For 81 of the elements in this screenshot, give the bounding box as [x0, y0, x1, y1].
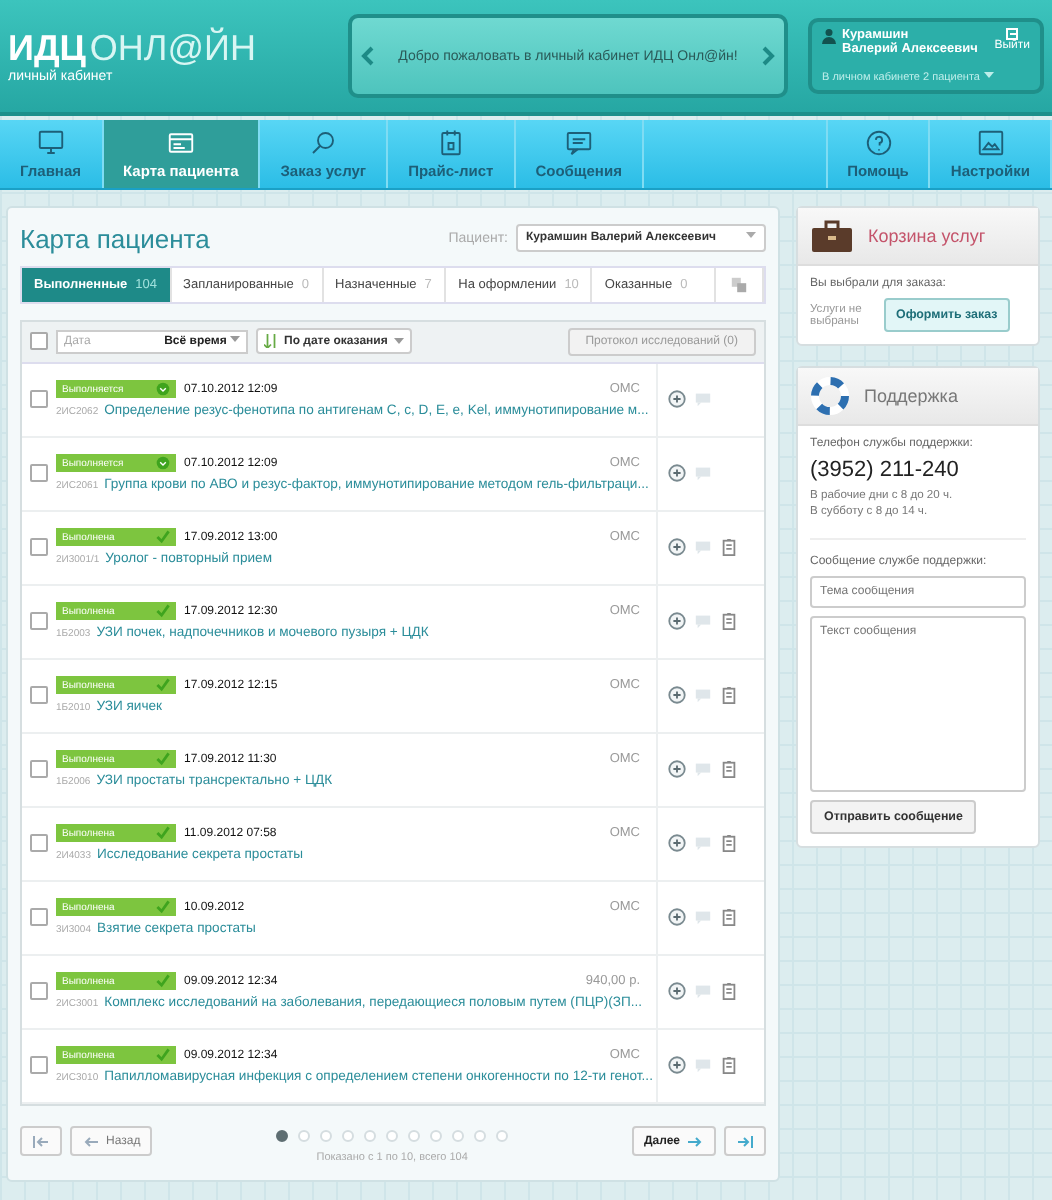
plus-circle-icon[interactable]	[668, 834, 686, 853]
comment-icon[interactable]	[694, 464, 712, 483]
chevron-left-icon[interactable]	[360, 46, 376, 66]
check-icon	[156, 826, 170, 841]
check-icon	[156, 1048, 170, 1063]
row-checkbox[interactable]	[30, 464, 48, 483]
chevron-right-icon[interactable]	[760, 46, 776, 66]
select-all-checkbox[interactable]	[30, 332, 48, 351]
comment-icon[interactable]	[694, 908, 712, 927]
plus-circle-icon[interactable]	[668, 390, 686, 409]
caret-icon	[230, 335, 240, 344]
clipboard-icon[interactable]	[720, 612, 738, 631]
circle-check-icon	[156, 456, 170, 471]
plus-circle-icon[interactable]	[668, 612, 686, 631]
plus-circle-icon[interactable]	[668, 686, 686, 705]
comment-icon[interactable]	[694, 538, 712, 557]
panel-title: Корзина услуг	[868, 226, 986, 246]
row-checkbox[interactable]	[30, 390, 48, 409]
circle-check-icon	[156, 382, 170, 397]
clipboard-icon[interactable]	[720, 686, 738, 705]
plus-circle-icon[interactable]	[668, 908, 686, 927]
speech-bubble-icon	[563, 128, 594, 158]
exit-icon	[1006, 28, 1019, 40]
sort-icon	[264, 334, 278, 349]
row-checkbox[interactable]	[30, 686, 48, 705]
check-icon	[156, 900, 170, 915]
check-icon	[156, 752, 170, 767]
clipboard-icon[interactable]	[720, 834, 738, 853]
comment-icon[interactable]	[694, 760, 712, 779]
clipboard-icon[interactable]	[720, 760, 738, 779]
person-icon	[822, 28, 836, 44]
picture-frame-icon	[975, 128, 1006, 158]
plus-circle-icon[interactable]	[668, 1056, 686, 1075]
page-dot[interactable]	[276, 1130, 289, 1143]
caret-icon	[983, 72, 994, 80]
caret-icon	[746, 232, 756, 241]
row-checkbox[interactable]	[30, 760, 48, 779]
caret-icon	[393, 337, 404, 346]
check-icon	[156, 604, 170, 619]
plus-circle-icon[interactable]	[668, 538, 686, 557]
clipboard-icon[interactable]	[720, 982, 738, 1001]
row-checkbox[interactable]	[30, 834, 48, 853]
lifebuoy-icon	[810, 376, 850, 416]
check-icon	[156, 530, 170, 545]
clipboard-icon[interactable]	[720, 908, 738, 927]
arrow-right-icon	[686, 1135, 704, 1148]
magnifier-icon	[308, 128, 339, 158]
plus-circle-icon[interactable]	[668, 982, 686, 1001]
copy-icon	[730, 275, 749, 294]
page-title: Карта пациента	[20, 223, 210, 254]
calendar-icon	[435, 128, 466, 158]
arrow-left-icon	[82, 1135, 100, 1148]
card-icon	[165, 128, 196, 158]
comment-icon[interactable]	[694, 982, 712, 1001]
first-page-icon	[32, 1135, 50, 1148]
row-checkbox[interactable]	[30, 538, 48, 557]
comment-icon[interactable]	[694, 834, 712, 853]
row-checkbox[interactable]	[30, 612, 48, 631]
comment-icon[interactable]	[694, 1056, 712, 1075]
plus-circle-icon[interactable]	[668, 464, 686, 483]
clipboard-icon[interactable]	[720, 1056, 738, 1075]
check-icon	[156, 678, 170, 693]
briefcase-icon	[810, 220, 854, 252]
comment-icon[interactable]	[694, 612, 712, 631]
row-checkbox[interactable]	[30, 908, 48, 927]
comment-icon[interactable]	[694, 686, 712, 705]
row-checkbox[interactable]	[30, 982, 48, 1001]
clipboard-icon[interactable]	[720, 538, 738, 557]
last-page-icon	[736, 1135, 754, 1148]
panel-title: Поддержка	[864, 386, 958, 406]
first-page-button[interactable]	[20, 1126, 62, 1157]
logo-text: ОНЛ@ЙН	[89, 28, 256, 69]
row-checkbox[interactable]	[30, 1056, 48, 1075]
monitor-icon	[35, 128, 66, 158]
last-page-button[interactable]	[724, 1126, 766, 1157]
logo-text: ИДЦ	[8, 28, 86, 69]
check-icon	[156, 974, 170, 989]
question-icon	[863, 128, 893, 158]
comment-icon[interactable]	[694, 390, 712, 409]
phone-number: (3952) 211-240	[810, 458, 961, 482]
plus-circle-icon[interactable]	[668, 760, 686, 779]
